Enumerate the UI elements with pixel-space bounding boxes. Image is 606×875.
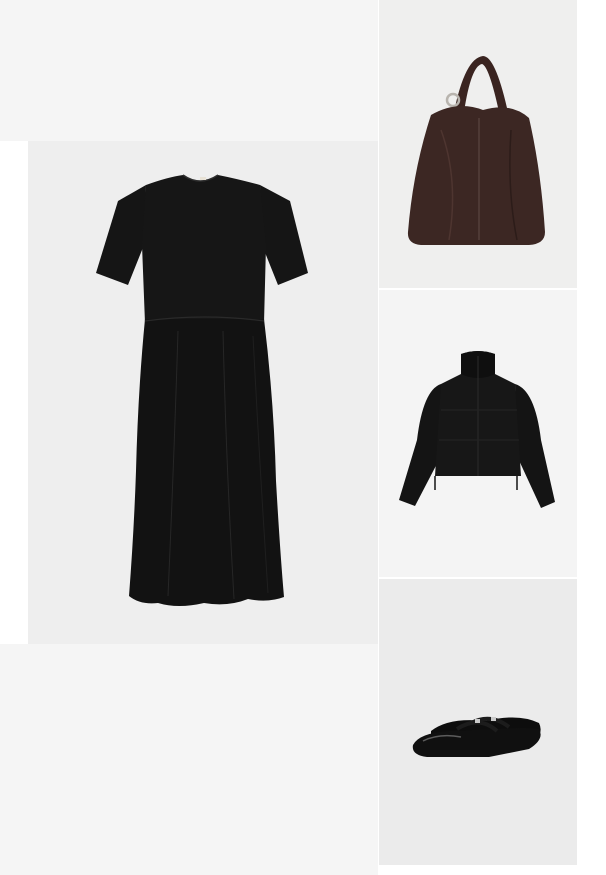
dress-image	[96, 174, 308, 606]
shoes-image	[412, 716, 541, 757]
product-tile-bag[interactable]	[379, 0, 577, 288]
background-panel-bottom	[0, 644, 378, 875]
jacket-image	[399, 351, 555, 508]
product-tile-shoes[interactable]	[379, 579, 577, 865]
product-tile-dress[interactable]	[28, 141, 378, 644]
product-tile-jacket[interactable]	[379, 290, 577, 577]
bag-image	[407, 56, 545, 245]
background-panel-top	[0, 0, 378, 141]
